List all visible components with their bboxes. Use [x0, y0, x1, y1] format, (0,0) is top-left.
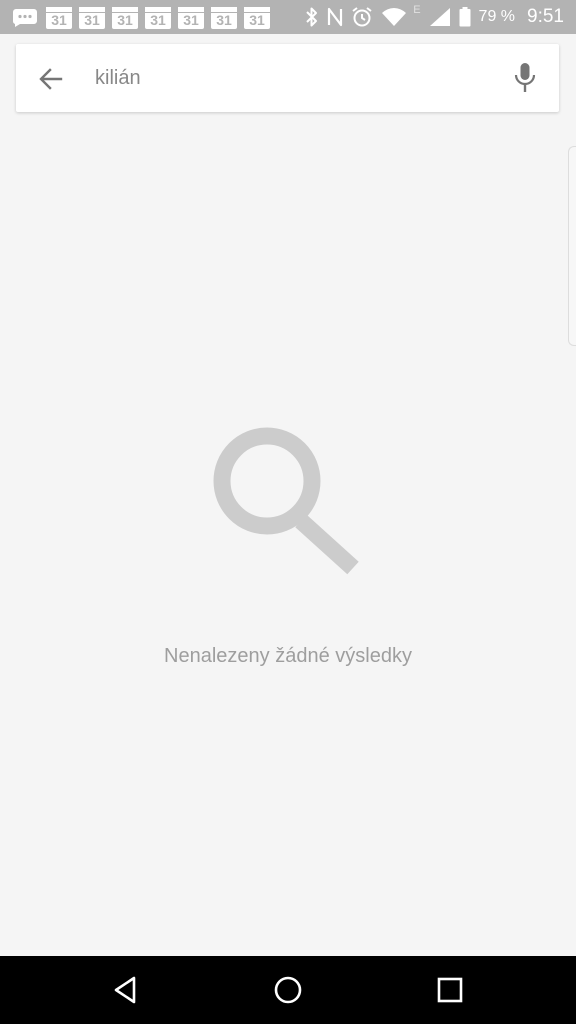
nfc-icon — [327, 7, 343, 27]
nav-back-icon[interactable] — [108, 972, 144, 1008]
calendar-icon: 31 — [178, 7, 204, 29]
status-system-icons: E 79 % 9:51 — [297, 4, 564, 30]
no-results-message: Nenalezeny žádné výsledky — [164, 645, 412, 667]
network-type-label: E — [413, 4, 421, 16]
calendar-icon: 31 — [145, 7, 171, 29]
calendar-day: 31 — [51, 12, 67, 28]
microphone-icon[interactable] — [511, 62, 539, 94]
calendar-icon: 31 — [112, 7, 138, 29]
bluetooth-icon — [305, 6, 319, 28]
edge-panel-handle[interactable] — [568, 146, 576, 346]
nav-recents-icon[interactable] — [432, 972, 468, 1008]
calendar-icon: 31 — [79, 7, 105, 29]
status-notifications: 31 31 31 31 31 31 31 — [12, 6, 277, 30]
calendar-day: 31 — [150, 12, 166, 28]
search-icon — [208, 424, 364, 580]
battery-icon — [459, 7, 471, 27]
chat-notification-icon — [12, 8, 38, 28]
calendar-icon: 31 — [46, 7, 72, 29]
calendar-day: 31 — [183, 12, 199, 28]
calendar-icon: 31 — [244, 7, 270, 29]
alarm-icon — [351, 6, 373, 28]
navigation-bar — [0, 956, 576, 1024]
calendar-day: 31 — [84, 12, 100, 28]
search-input[interactable]: kilián — [95, 65, 141, 91]
cell-signal-icon — [429, 7, 451, 27]
wifi-icon — [381, 7, 407, 27]
search-bar: kilián — [16, 44, 559, 112]
clock: 9:51 — [527, 6, 564, 27]
battery-percent: 79 % — [478, 8, 516, 25]
status-bar: 31 31 31 31 31 31 31 E 79 % 9:51 — [0, 0, 576, 34]
calendar-day: 31 — [249, 12, 265, 28]
arrow-back-icon[interactable] — [36, 64, 66, 94]
calendar-day: 31 — [216, 12, 232, 28]
calendar-day: 31 — [117, 12, 133, 28]
nav-home-icon[interactable] — [270, 972, 306, 1008]
calendar-icon: 31 — [211, 7, 237, 29]
